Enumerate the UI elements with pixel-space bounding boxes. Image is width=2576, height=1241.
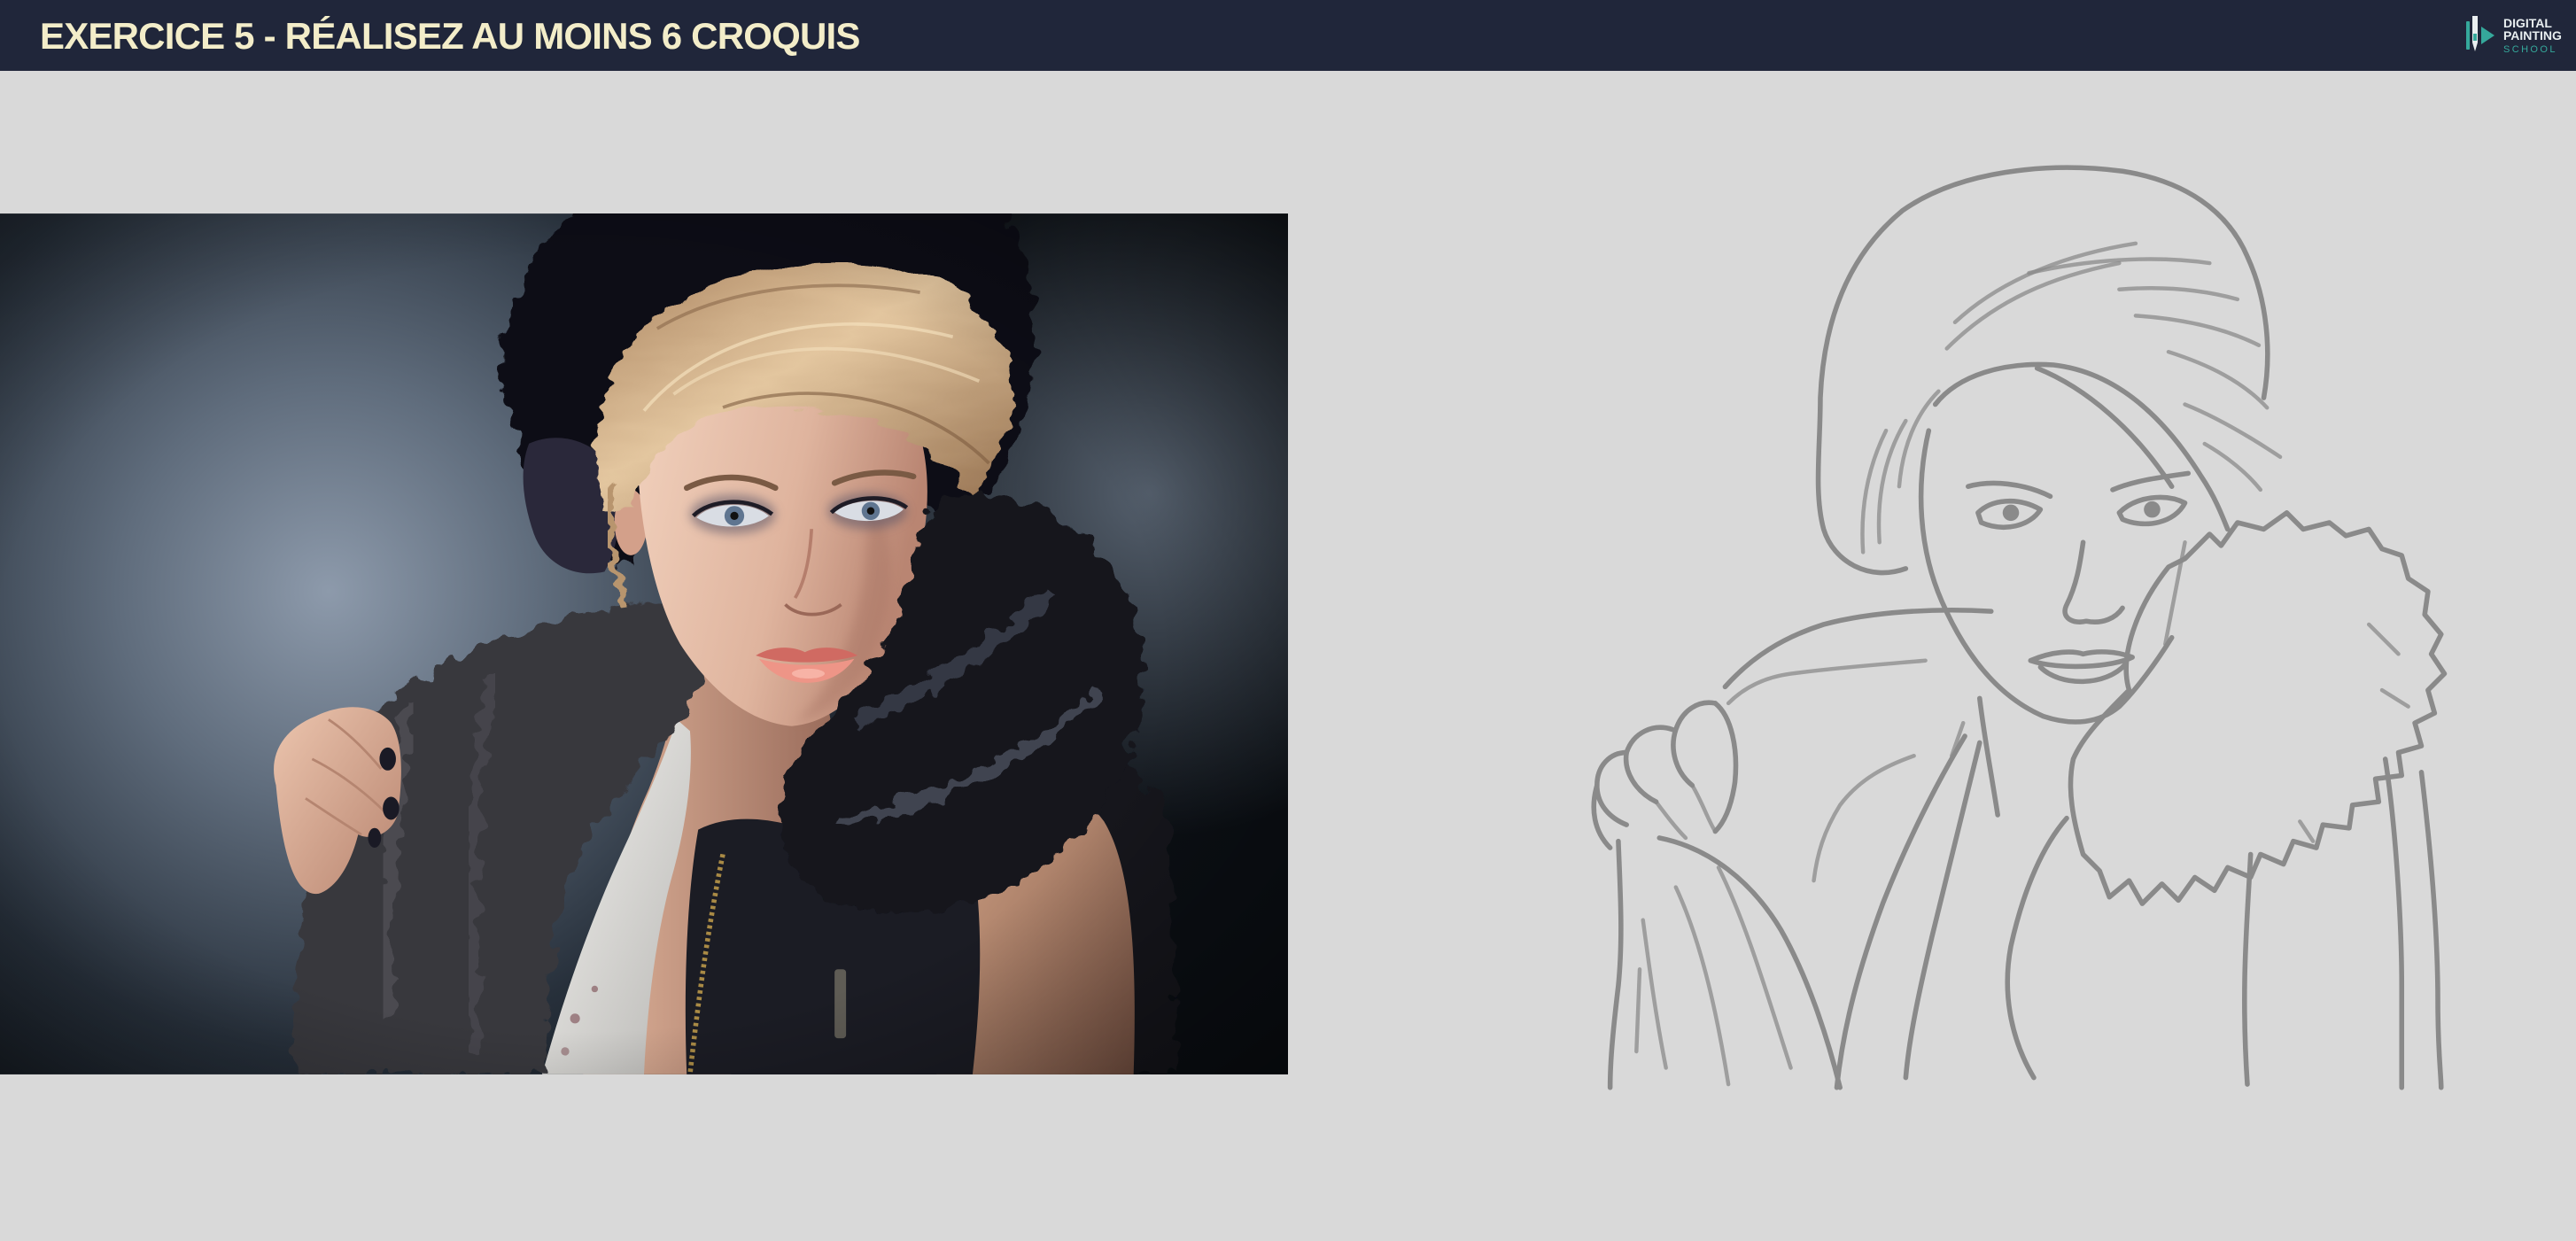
sketch-fur-collar — [2068, 510, 2448, 906]
paintbrush-play-icon — [2466, 16, 2495, 51]
sketch-hair-strand — [2183, 402, 2283, 460]
sketch-jacket-line — [2242, 851, 2254, 1087]
sketch-coat-shoulder — [1726, 658, 1928, 706]
sketch-left-brow — [1966, 480, 2053, 500]
sketch-finger — [1623, 725, 1675, 804]
logo-line-digital: DIGITAL — [2503, 16, 2552, 30]
sketch-finger — [1594, 749, 1629, 827]
sketch-right-pupil — [2144, 500, 2161, 518]
logo-brush-band — [2473, 34, 2477, 41]
logo-line-school: SCHOOL — [2503, 44, 2557, 55]
sketch-fur-tuft — [2366, 622, 2401, 656]
sketch-fur-outline — [2068, 510, 2448, 906]
logo-bar — [2466, 21, 2470, 50]
sketch-hand — [1591, 700, 1739, 850]
sketch-jacket-line — [2005, 815, 2069, 1081]
sketch-coat-line — [1607, 838, 1624, 1090]
sketch-hair — [1860, 257, 2283, 555]
sketch-finger — [1712, 701, 1739, 834]
sketch-hair-strand — [2202, 441, 2263, 493]
logo: DIGITAL PAINTING SCHOOL — [2463, 11, 2571, 60]
sketch-finger — [1671, 700, 1719, 788]
sketch-drawing — [1591, 165, 2448, 1090]
sketch-coat-line — [1634, 967, 1642, 1054]
logo-line-painting: PAINTING — [2503, 28, 2562, 43]
sketch-right-brow — [2110, 470, 2192, 493]
sketch-hair-strand — [2117, 286, 2240, 302]
sketch-face-outline — [1918, 428, 2175, 725]
sketch-coat-left — [1607, 835, 1843, 1090]
sketch-coat-line — [1673, 885, 1731, 1087]
sketch-fur-tuft — [2379, 687, 2410, 709]
sketch-fur-tuft — [2298, 819, 2316, 843]
sketch-upper-lip — [2028, 649, 2135, 670]
reference-photo — [0, 213, 1288, 1074]
sketch-torso — [1812, 733, 2444, 1090]
sketch-hair-strand — [2133, 314, 2262, 347]
sketch-finger-line — [1654, 799, 1688, 841]
sketch-finger-line — [1690, 783, 1718, 834]
sketch-left-pupil — [2002, 504, 2020, 522]
sketch-jacket-line — [2418, 770, 2444, 1090]
sketch-face — [1918, 428, 2192, 818]
logo-text: DIGITAL PAINTING SCHOOL — [2503, 17, 2562, 56]
sketch-coat-line — [1641, 918, 1668, 1070]
logo-play-triangle — [2481, 27, 2495, 44]
sketch-palm — [1591, 782, 1613, 850]
photo-vignette — [0, 213, 1288, 1074]
sketch-hair-strand — [2027, 257, 2212, 275]
header-bar: EXERCICE 5 - RÉALISEZ AU MOINS 6 CROQUIS… — [0, 0, 2576, 71]
sketch-hair-side — [1897, 389, 1941, 489]
sketch-hair-strand — [2166, 349, 2270, 410]
sketch-neck — [1977, 695, 2000, 818]
sketch-torso-line — [1903, 740, 1982, 1081]
sketch-bangs — [2034, 365, 2175, 489]
page-title: EXERCICE 5 - RÉALISEZ AU MOINS 6 CROQUIS — [40, 15, 860, 57]
sketch-nose — [2062, 539, 2125, 624]
sketch-jacket-line — [2382, 756, 2405, 1090]
